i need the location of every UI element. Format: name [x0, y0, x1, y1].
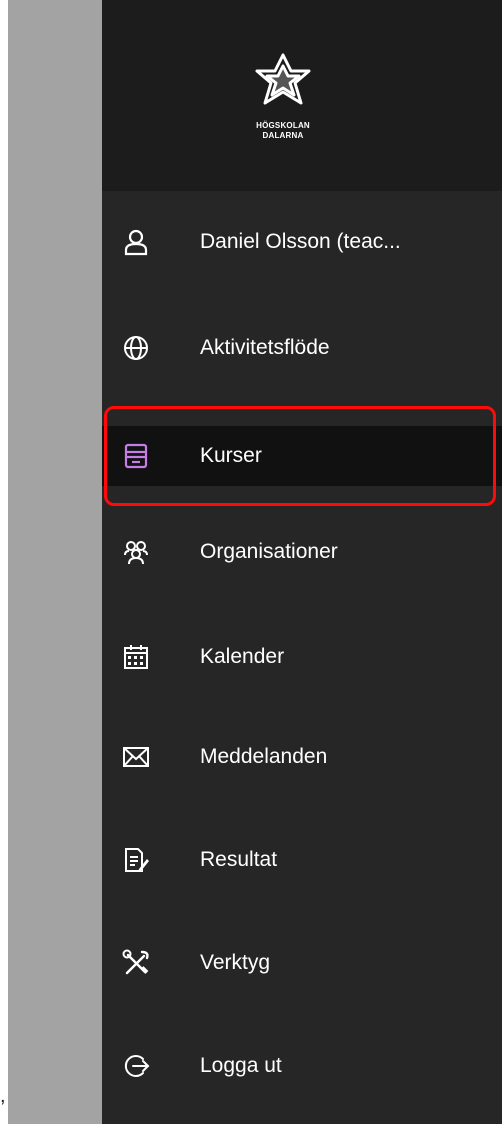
caption-mark: , — [0, 1085, 6, 1107]
menu-item-label: Resultat — [200, 848, 278, 871]
menu-item-messages[interactable]: Meddelanden — [102, 727, 502, 787]
menu-item-label: Meddelanden — [200, 745, 328, 768]
envelope-icon — [122, 743, 150, 771]
globe-icon — [122, 334, 150, 362]
page-margin — [0, 0, 8, 1124]
menu-item-label: Kalender — [200, 645, 285, 668]
institution-name: HÖGSKOLAN DALARNA — [102, 121, 464, 141]
user-icon — [122, 228, 150, 256]
navigation-sidebar: HÖGSKOLAN DALARNA Daniel Olsson (teac... — [102, 0, 502, 1124]
menu-item-calendar[interactable]: Kalender — [102, 627, 502, 687]
menu-item-label: Organisationer — [200, 540, 338, 563]
menu-item-profile[interactable]: Daniel Olsson (teac... — [102, 212, 502, 272]
grades-icon — [122, 846, 150, 874]
tools-icon — [122, 949, 150, 977]
menu-item-tools[interactable]: Verktyg — [102, 933, 502, 993]
menu-item-label: Aktivitetsflöde — [200, 336, 330, 359]
page-background-strip — [8, 0, 102, 1124]
menu-item-logout[interactable]: Logga ut — [102, 1036, 502, 1096]
brand-header[interactable]: HÖGSKOLAN DALARNA — [102, 0, 502, 191]
calendar-icon — [122, 643, 150, 671]
menu-item-label: Logga ut — [200, 1054, 282, 1077]
menu-item-courses[interactable]: Kurser — [102, 426, 502, 486]
menu-item-label: Daniel Olsson (teac... — [200, 230, 401, 253]
menu-item-label: Verktyg — [200, 951, 271, 974]
menu-item-organizations[interactable]: Organisationer — [102, 522, 502, 582]
menu-item-activity-stream[interactable]: Aktivitetsflöde — [102, 318, 502, 378]
logout-icon — [122, 1052, 150, 1080]
menu-item-label: Kurser — [200, 444, 262, 467]
institution-name-line-1: HÖGSKOLAN — [256, 121, 310, 130]
organizations-icon — [122, 538, 150, 566]
institution-logo-icon — [255, 53, 311, 105]
page: , HÖGSKOLAN DALARNA Daniel Olsson (teac.… — [0, 0, 502, 1124]
courses-icon — [122, 442, 150, 470]
institution-name-line-2: DALARNA — [262, 131, 304, 140]
menu-item-grades[interactable]: Resultat — [102, 830, 502, 890]
